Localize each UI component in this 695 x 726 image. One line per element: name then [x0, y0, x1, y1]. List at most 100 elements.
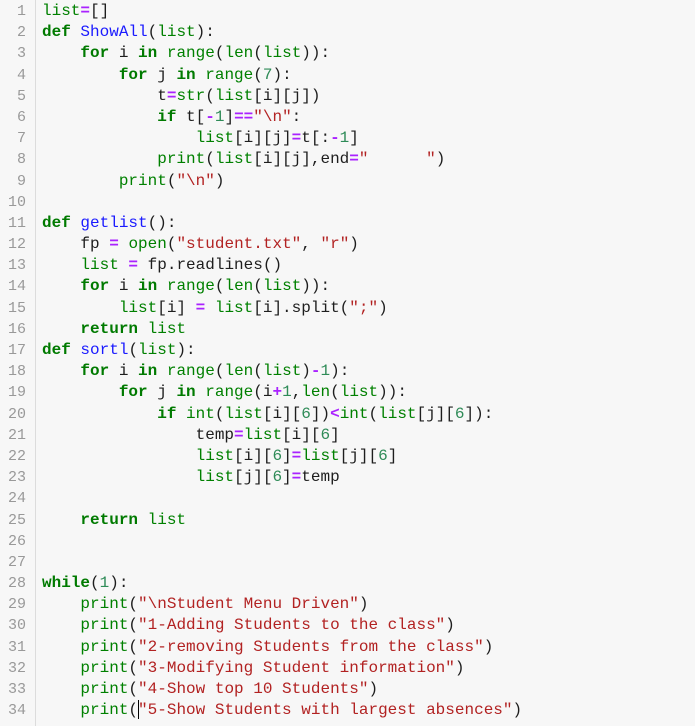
code-text[interactable]: for i in range(len(list)):	[42, 276, 330, 297]
code-text[interactable]: return list	[42, 319, 186, 340]
code-line[interactable]: 1 list=[]	[0, 1, 522, 22]
code-line[interactable]: 17 def sortl(list):	[0, 340, 522, 361]
token-punctuation: [j][	[234, 468, 273, 487]
code-line[interactable]: 15 list[i] = list[i].split(";")	[0, 298, 522, 319]
code-text[interactable]: def getlist():	[42, 213, 176, 234]
code-line[interactable]: 9 print("\n")	[0, 171, 522, 192]
code-line[interactable]: 19 for j in range(i+1,len(list)):	[0, 382, 522, 403]
token-builtin: print	[80, 595, 129, 614]
token-builtin: range	[166, 277, 215, 296]
token-builtin: list	[195, 446, 235, 465]
code-line[interactable]: 32 print("3-Modifying Student informatio…	[0, 658, 522, 679]
code-text[interactable]: if t[-1]=="\n":	[42, 107, 301, 128]
code-line[interactable]: 21 temp=list[i][6]	[0, 425, 522, 446]
line-number: 5	[16, 87, 26, 105]
token-punctuation: (	[214, 404, 225, 423]
code-line[interactable]: 23 list[j][6]=temp	[0, 467, 522, 488]
code-line[interactable]: 31 print("2-removing Students from the c…	[0, 637, 522, 658]
code-line[interactable]: 20 if int(list[i][6])<int(list[j][6]):	[0, 404, 522, 425]
code-text[interactable]: return list	[42, 510, 186, 531]
code-text[interactable]: fp = open("student.txt", "r")	[42, 234, 359, 255]
token-operator: =	[80, 2, 91, 20]
code-line[interactable]: 7 list[i][j]=t[:-1]	[0, 128, 522, 149]
line-number: 2	[16, 24, 26, 42]
code-text[interactable]: for i in range(len(list)-1):	[42, 361, 349, 382]
code-text[interactable]: for j in range(i+1,len(list)):	[42, 382, 407, 403]
token-function-name: getlist	[80, 213, 148, 232]
token-text: i	[109, 44, 139, 63]
code-editor[interactable]: 1 list=[] 2 def ShowAll(list): 3 for i in ra…	[0, 0, 695, 726]
line-number: 12	[7, 236, 26, 254]
code-line[interactable]: 29 print("\nStudent Menu Driven")	[0, 594, 522, 615]
code-line[interactable]: 2 def ShowAll(list):	[0, 22, 522, 43]
code-line[interactable]: 5 t=str(list[i][j])	[0, 86, 522, 107]
code-text[interactable]: print("\nStudent Menu Driven")	[42, 594, 368, 615]
code-text[interactable]: if int(list[i][6])<int(list[j][6]):	[42, 404, 493, 425]
token-punctuation: [i][	[282, 425, 321, 444]
code-text[interactable]: print("\n")	[42, 171, 225, 192]
code-line[interactable]: 18 for i in range(len(list)-1):	[0, 361, 522, 382]
code-text[interactable]: for i in range(len(list)):	[42, 43, 330, 64]
token-string: "\n"	[253, 107, 292, 126]
line-number: 6	[16, 108, 26, 126]
code-text[interactable]: print(list[i][j],end=" ")	[42, 149, 445, 170]
code-line[interactable]: 8 print(list[i][j],end=" ")	[0, 149, 522, 170]
code-line[interactable]: 25 return list	[0, 510, 522, 531]
token-keyword: in	[176, 65, 196, 84]
code-line[interactable]: 6 if t[-1]=="\n":	[0, 107, 522, 128]
code-text[interactable]: while(1):	[42, 573, 128, 594]
code-line[interactable]: 12 fp = open("student.txt", "r")	[0, 234, 522, 255]
code-text[interactable]: print("4-Show top 10 Students")	[42, 679, 378, 700]
code-line[interactable]: 27	[0, 552, 522, 573]
token-keyword: in	[138, 44, 158, 63]
code-text[interactable]: list[j][6]=temp	[42, 467, 340, 488]
token-punctuation: )	[445, 616, 455, 635]
code-line[interactable]: 11 def getlist():	[0, 213, 522, 234]
token-builtin: print	[80, 680, 129, 698]
code-line[interactable]: 33 print("4-Show top 10 Students")	[0, 679, 522, 700]
code-text[interactable]: t=str(list[i][j])	[42, 86, 320, 107]
code-text[interactable]: list[i][6]=list[j][6]	[42, 446, 398, 467]
code-text[interactable]: print("2-removing Students from the clas…	[42, 637, 493, 658]
token-punctuation: )	[349, 235, 359, 254]
code-text[interactable]: print("3-Modifying Student information")	[42, 658, 464, 679]
code-line[interactable]: 10	[0, 192, 522, 213]
code-line[interactable]: 24	[0, 488, 522, 509]
code-line[interactable]: 28 while(1):	[0, 573, 522, 594]
code-line[interactable]: 22 list[i][6]=list[j][6]	[0, 446, 522, 467]
code-line[interactable]: 34 print("5-Show Students with largest a…	[0, 700, 522, 721]
code-line[interactable]: 13 list = fp.readlines()	[0, 255, 522, 276]
code-text[interactable]: list[i][j]=t[:-1]	[42, 128, 359, 149]
code-text[interactable]: print("5-Show Students with largest abse…	[42, 700, 522, 721]
token-function-name: ShowAll	[80, 23, 148, 42]
code-line[interactable]: 3 for i in range(len(list)):	[0, 43, 522, 64]
code-line[interactable]: 26	[0, 531, 522, 552]
code-text[interactable]: def sortl(list):	[42, 340, 196, 361]
line-number: 14	[7, 278, 26, 296]
code-text[interactable]: list = fp.readlines()	[42, 255, 282, 276]
code-line[interactable]: 30 print("1-Adding Students to the class…	[0, 615, 522, 636]
code-text[interactable]: def ShowAll(list):	[42, 22, 215, 43]
code-text[interactable]: print("1-Adding Students to the class")	[42, 615, 455, 636]
code-text[interactable]: for j in range(7):	[42, 65, 292, 86]
line-number: 27	[7, 553, 26, 571]
code-line[interactable]: 4 for j in range(7):	[0, 65, 522, 86]
code-line[interactable]: 16 return list	[0, 319, 522, 340]
line-number: 13	[7, 257, 26, 275]
token-builtin: print	[157, 150, 206, 169]
line-number: 25	[7, 511, 26, 529]
token-builtin: list	[339, 383, 379, 402]
token-builtin: list	[262, 44, 302, 63]
code-text[interactable]: temp=list[i][6]	[42, 425, 340, 446]
code-text[interactable]: list[i] = list[i].split(";")	[42, 298, 388, 319]
code-text[interactable]: list=[]	[42, 1, 109, 22]
token-punctuation: ):	[330, 362, 350, 381]
token-builtin: list	[147, 510, 187, 529]
token-punctuation: )	[301, 362, 311, 381]
token-builtin: list	[243, 425, 283, 444]
code-line[interactable]: 14 for i in range(len(list)):	[0, 276, 522, 297]
